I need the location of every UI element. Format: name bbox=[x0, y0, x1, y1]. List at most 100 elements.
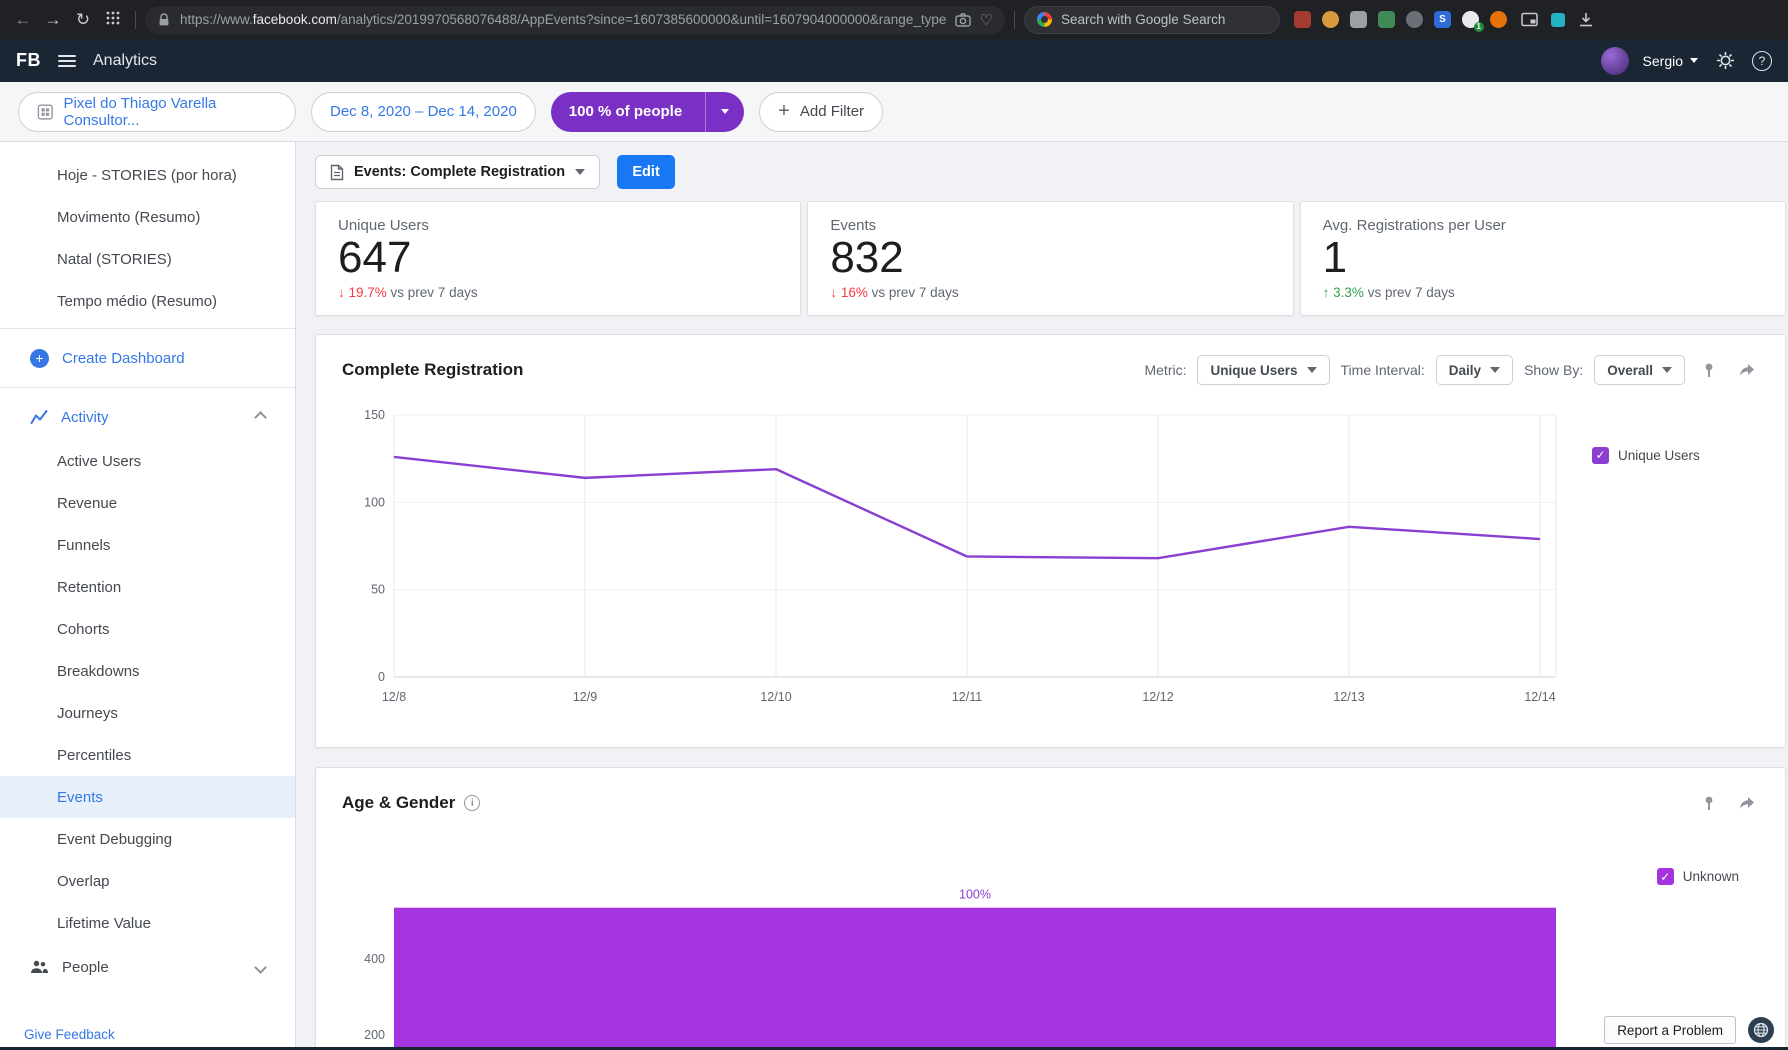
time-interval-label: Time Interval: bbox=[1341, 362, 1425, 378]
globe-icon[interactable] bbox=[1748, 1017, 1774, 1043]
sidebar-item-hoje-stories-por-hora[interactable]: Hoje - STORIES (por hora) bbox=[0, 154, 295, 196]
sidebar-item-events[interactable]: Events bbox=[0, 776, 295, 818]
chart-legend: ✓ Unique Users bbox=[1592, 445, 1700, 465]
extension-icon-4[interactable] bbox=[1378, 11, 1395, 28]
pin-icon[interactable] bbox=[1696, 357, 1722, 383]
header-right: Sergio ? bbox=[1601, 47, 1772, 75]
sidebar-item-create-dashboard[interactable]: + Create Dashboard bbox=[0, 335, 295, 381]
add-filter-button[interactable]: + Add Filter bbox=[759, 92, 883, 132]
metric-label: Metric: bbox=[1144, 362, 1186, 378]
people-filter-caret[interactable] bbox=[705, 92, 744, 132]
people-icon bbox=[30, 960, 49, 974]
content: Hoje - STORIES (por hora)Movimento (Resu… bbox=[0, 142, 1788, 1050]
svg-text:12/12: 12/12 bbox=[1142, 690, 1173, 704]
sidebar-item-percentiles[interactable]: Percentiles bbox=[0, 734, 295, 776]
stat-delta-suffix: vs prev 7 days bbox=[872, 285, 959, 300]
sidebar-item-revenue[interactable]: Revenue bbox=[0, 482, 295, 524]
date-range-selector[interactable]: Dec 8, 2020 – Dec 14, 2020 bbox=[311, 92, 536, 132]
svg-text:50: 50 bbox=[371, 583, 385, 597]
people-filter[interactable]: 100 % of people bbox=[551, 92, 744, 132]
stat-delta: ↓ 19.7% bbox=[338, 285, 387, 300]
sidebar-item-retention[interactable]: Retention bbox=[0, 566, 295, 608]
report-problem-button[interactable]: Report a Problem bbox=[1604, 1016, 1736, 1044]
extension-icon-6[interactable]: S bbox=[1434, 11, 1451, 28]
share-icon[interactable] bbox=[1733, 790, 1759, 816]
legend-checkbox[interactable]: ✓ bbox=[1657, 868, 1674, 885]
chart-title: Age & Gender bbox=[342, 793, 455, 813]
plus-circle-icon: + bbox=[30, 349, 49, 368]
browser-chrome: ← → ↻ https://www.facebook.com/analytics… bbox=[0, 0, 1788, 39]
chevron-down-icon bbox=[721, 109, 729, 114]
stat-card-unique-users: Unique Users 647 ↓ 19.7% vs prev 7 days bbox=[315, 201, 801, 316]
sidebar-item-breakdowns[interactable]: Breakdowns bbox=[0, 650, 295, 692]
sidebar-item-movimento-resumo[interactable]: Movimento (Resumo) bbox=[0, 196, 295, 238]
date-range-text: Dec 8, 2020 – Dec 14, 2020 bbox=[330, 103, 517, 120]
stat-label: Unique Users bbox=[338, 217, 778, 234]
google-search-text: Search with Google Search bbox=[1061, 12, 1225, 27]
sidebar-item-lifetime-value[interactable]: Lifetime Value bbox=[0, 902, 295, 944]
registration-line-chart: 05010015012/812/912/1012/1112/1212/1312/… bbox=[342, 401, 1562, 711]
apps-grid-icon[interactable] bbox=[100, 10, 126, 30]
extension-icon-8[interactable] bbox=[1490, 11, 1507, 28]
back-button[interactable]: ← bbox=[10, 10, 36, 30]
edit-button[interactable]: Edit bbox=[617, 155, 675, 189]
info-icon[interactable]: i bbox=[464, 795, 480, 811]
extension-icon-3[interactable] bbox=[1350, 11, 1367, 28]
reload-button[interactable]: ↻ bbox=[70, 10, 96, 30]
avatar[interactable] bbox=[1601, 47, 1629, 75]
url-text: https://www.facebook.com/analytics/20199… bbox=[180, 12, 946, 27]
sidebar-section-activity[interactable]: Activity bbox=[0, 394, 295, 440]
panel-icon[interactable] bbox=[1550, 12, 1566, 28]
svg-text:100%: 100% bbox=[959, 888, 991, 902]
svg-text:100: 100 bbox=[364, 495, 385, 509]
extension-icon-7[interactable]: 1 bbox=[1462, 11, 1479, 28]
hamburger-menu-icon[interactable] bbox=[58, 55, 76, 67]
extension-icon-1[interactable] bbox=[1294, 11, 1311, 28]
svg-text:200: 200 bbox=[364, 1028, 385, 1042]
sidebar-item-active-users[interactable]: Active Users bbox=[0, 440, 295, 482]
extension-icon-5[interactable] bbox=[1406, 11, 1423, 28]
google-search-box[interactable]: Search with Google Search bbox=[1024, 6, 1280, 34]
svg-text:12/13: 12/13 bbox=[1333, 690, 1364, 704]
metric-select[interactable]: Unique Users bbox=[1197, 355, 1329, 385]
sidebar-section-people[interactable]: People bbox=[0, 944, 295, 990]
heart-icon[interactable]: ♡ bbox=[980, 11, 993, 29]
time-interval-select[interactable]: Daily bbox=[1436, 355, 1513, 385]
legend-checkbox[interactable]: ✓ bbox=[1592, 447, 1609, 464]
fullscreen-icon[interactable] bbox=[1521, 12, 1538, 27]
sidebar-item-tempo-m-dio-resumo[interactable]: Tempo médio (Resumo) bbox=[0, 280, 295, 322]
stat-label: Events bbox=[830, 217, 1270, 234]
stat-delta: ↑ 3.3% bbox=[1323, 285, 1364, 300]
legend-label: Unique Users bbox=[1618, 448, 1700, 463]
stat-value: 647 bbox=[338, 235, 778, 281]
entity-selector[interactable]: Pixel do Thiago Varella Consultor... bbox=[18, 92, 296, 132]
show-by-select[interactable]: Overall bbox=[1594, 355, 1685, 385]
activity-list: Active UsersRevenueFunnelsRetentionCohor… bbox=[0, 440, 295, 944]
sidebar-item-overlap[interactable]: Overlap bbox=[0, 860, 295, 902]
fb-logo[interactable]: FB bbox=[16, 50, 41, 71]
sidebar-item-journeys[interactable]: Journeys bbox=[0, 692, 295, 734]
give-feedback-link[interactable]: Give Feedback bbox=[24, 1027, 115, 1042]
pin-icon[interactable] bbox=[1696, 790, 1722, 816]
plus-icon: + bbox=[778, 100, 790, 123]
sidebar-item-event-debugging[interactable]: Event Debugging bbox=[0, 818, 295, 860]
camera-icon[interactable] bbox=[955, 13, 971, 27]
user-menu[interactable]: Sergio bbox=[1643, 53, 1698, 69]
sidebar-item-natal-stories[interactable]: Natal (STORIES) bbox=[0, 238, 295, 280]
svg-text:12/9: 12/9 bbox=[573, 690, 597, 704]
event-selector[interactable]: Events: Complete Registration bbox=[315, 155, 600, 189]
report-problem-area: Report a Problem bbox=[1604, 1016, 1774, 1044]
url-bar[interactable]: https://www.facebook.com/analytics/20199… bbox=[145, 6, 1005, 34]
forward-button[interactable]: → bbox=[40, 10, 66, 30]
settings-gear-icon[interactable] bbox=[1712, 48, 1738, 74]
activity-label: Activity bbox=[61, 409, 109, 426]
extension-icon-2[interactable] bbox=[1322, 11, 1339, 28]
chart-title: Complete Registration bbox=[342, 360, 523, 380]
share-icon[interactable] bbox=[1733, 357, 1759, 383]
events-row: Events: Complete Registration Edit bbox=[315, 155, 1786, 189]
sidebar-item-funnels[interactable]: Funnels bbox=[0, 524, 295, 566]
google-icon bbox=[1037, 12, 1052, 27]
help-icon[interactable]: ? bbox=[1752, 51, 1772, 71]
download-icon[interactable] bbox=[1578, 12, 1594, 28]
sidebar-item-cohorts[interactable]: Cohorts bbox=[0, 608, 295, 650]
